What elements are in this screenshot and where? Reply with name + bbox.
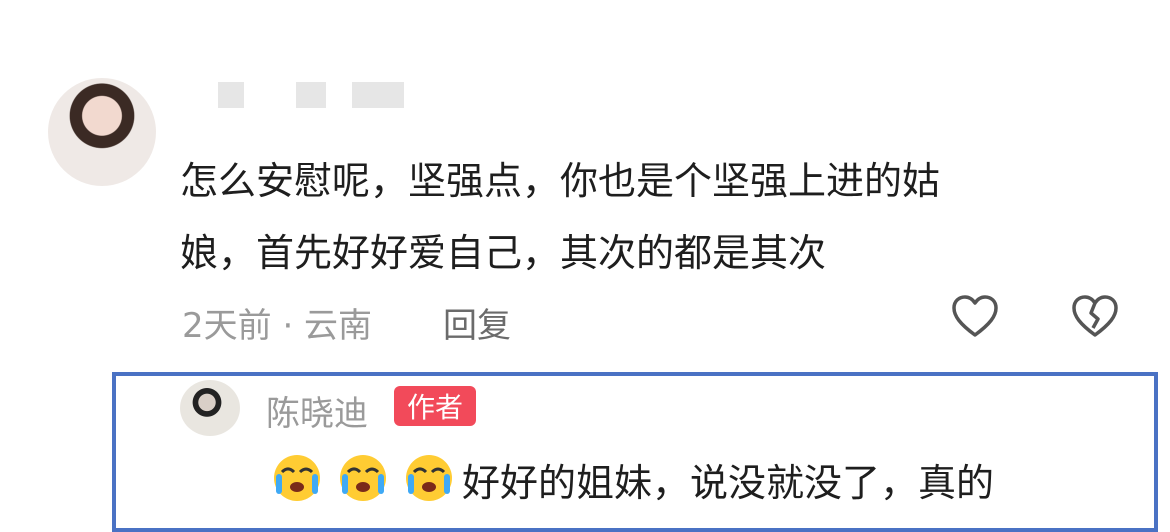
- username-mosaic: [352, 82, 404, 108]
- crying-emoji-icon: [406, 455, 452, 501]
- author-avatar[interactable]: [180, 380, 240, 436]
- crying-emoji-icon: [274, 455, 320, 501]
- crying-emoji-icon: [340, 455, 386, 501]
- comment-text: 怎么安慰呢，坚强点，你也是个坚强上进的姑: [180, 159, 941, 203]
- reply-text: 好好的姐妹，说没就没了，真的: [462, 461, 995, 505]
- heart-icon[interactable]: [950, 292, 1000, 342]
- username-mosaic: [296, 82, 326, 108]
- author-name[interactable]: 陈晓迪: [266, 386, 368, 435]
- reply-button[interactable]: 回复: [443, 298, 511, 347]
- comment-time-location: 2天前 · 云南: [182, 306, 373, 346]
- broken-heart-icon[interactable]: [1070, 292, 1120, 342]
- commenter-avatar[interactable]: [48, 78, 156, 186]
- comment-text: 娘，首先好好爱自己，其次的都是其次: [180, 231, 827, 275]
- author-badge: 作者: [394, 386, 476, 426]
- username-mosaic: [218, 82, 244, 108]
